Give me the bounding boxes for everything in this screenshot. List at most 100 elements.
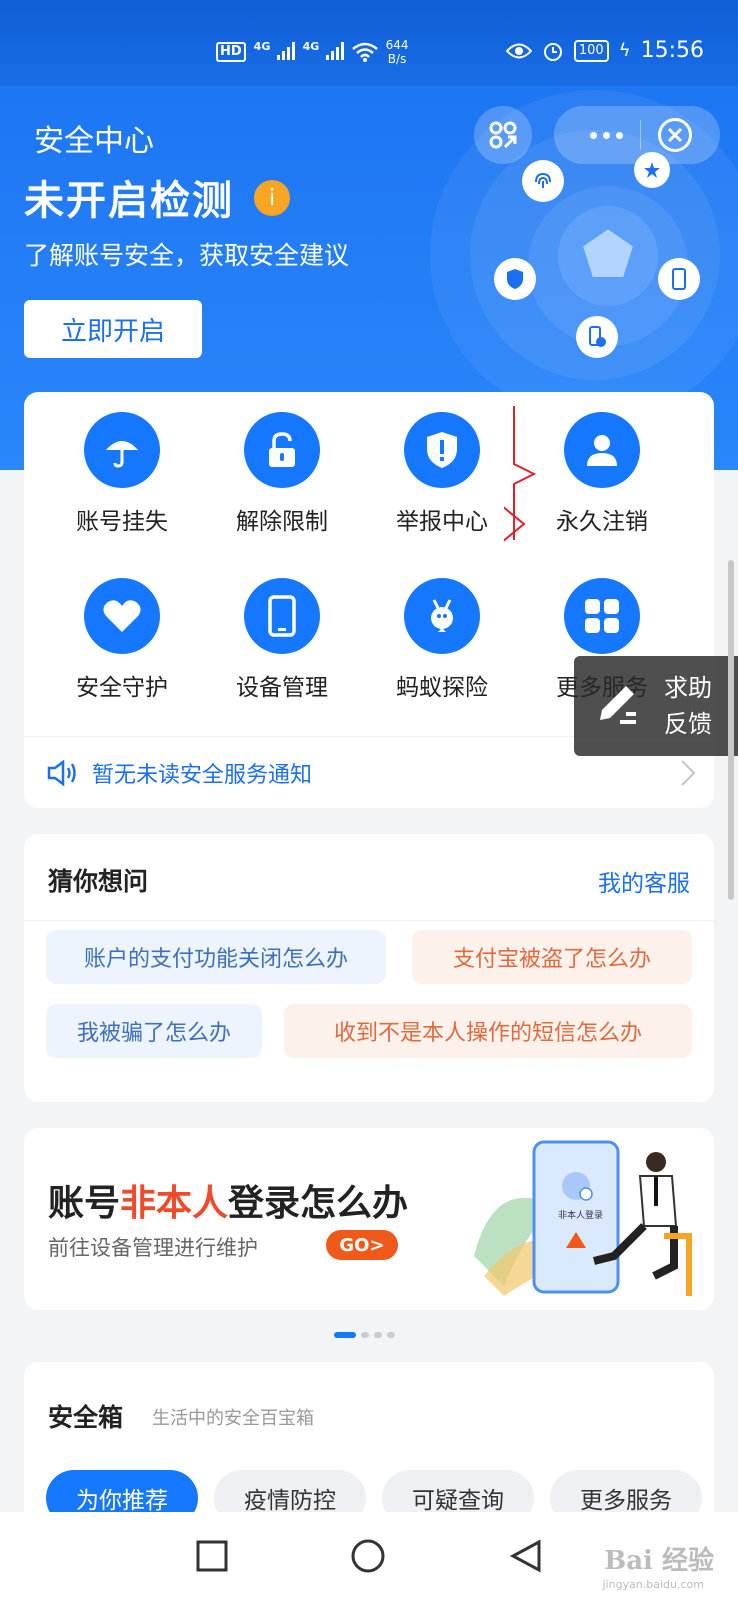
- scrollbar[interactable]: [728, 560, 734, 900]
- service-account-loss[interactable]: 账号挂失: [42, 412, 202, 536]
- faq-chip[interactable]: 账户的支付功能关闭怎么办: [46, 930, 386, 984]
- phone-node: [658, 258, 700, 300]
- shield-icon: [507, 269, 523, 289]
- signal-bars-icon: [325, 40, 344, 60]
- network-speed: 644 B/s: [386, 38, 409, 66]
- annotation-arrow-icon: [504, 406, 537, 544]
- grid-icon: [564, 578, 640, 654]
- shield-node: [494, 258, 536, 300]
- scan-button[interactable]: [474, 106, 532, 164]
- faq-chip[interactable]: 我被骗了怎么办: [46, 1004, 262, 1058]
- service-label: 举报中心: [396, 509, 488, 535]
- baidu-watermark-url: jingyan.baidu.com: [602, 1578, 704, 1591]
- service-report-center[interactable]: 举报中心: [362, 412, 522, 536]
- login-illustration: 非本人登录: [474, 1140, 692, 1296]
- clock: 15:56: [640, 38, 704, 63]
- status-right: 100 ϟ 15:56: [505, 38, 704, 63]
- capsule-divider: [640, 120, 641, 150]
- service-device-management[interactable]: 设备管理: [202, 578, 362, 702]
- phone-icon: [244, 578, 320, 654]
- enable-detection-button[interactable]: 立即开启: [24, 300, 202, 358]
- carousel-indicator: [334, 1332, 395, 1338]
- network-type-1: 4G: [253, 39, 271, 53]
- faq-title: 猜你想问: [48, 867, 149, 896]
- fingerprint-icon: [535, 172, 551, 188]
- faq-card: 猜你想问 我的客服 账户的支付功能关闭怎么办 支付宝被盗了怎么办 我被骗了怎么办…: [24, 834, 714, 1102]
- network-indicators: HD 4G 4G 644 B/s: [216, 38, 409, 66]
- banner-title: 账号非本人登录怎么办: [48, 1174, 408, 1226]
- service-label: 永久注销: [556, 509, 648, 535]
- triangle-back-icon: [509, 1539, 541, 1573]
- service-label: 账号挂失: [76, 509, 168, 535]
- service-ant-adventure[interactable]: 蚂蚁探险: [362, 578, 522, 702]
- home-button[interactable]: [344, 1532, 392, 1580]
- banner-title-highlight: 非本人: [120, 1183, 229, 1224]
- mobile-icon: [672, 268, 686, 290]
- close-icon: [667, 127, 683, 143]
- speaker-icon: [47, 759, 76, 787]
- info-icon[interactable]: i: [254, 180, 290, 216]
- unlock-icon: [244, 412, 320, 488]
- miniapp-capsule: [554, 106, 720, 164]
- speed-value: 644: [385, 38, 409, 52]
- detection-status-title: 未开启检测: [24, 178, 234, 224]
- banner-title-part: 登录怎么办: [228, 1183, 409, 1224]
- help-feedback-label: 求助 反馈: [664, 670, 712, 742]
- wifi-icon: [351, 42, 378, 62]
- service-label: 蚂蚁探险: [396, 675, 488, 701]
- service-security-guard[interactable]: 安全守护: [42, 578, 202, 702]
- header-subtitle: 了解账号安全，获取安全建议: [24, 241, 350, 270]
- help-feedback-button[interactable]: 求助 反馈: [574, 656, 738, 756]
- status-bar: HD 4G 4G 644 B/s 100 ϟ 15:56: [0, 0, 738, 86]
- signal-bars-icon: [276, 40, 295, 60]
- service-label: 设备管理: [236, 675, 328, 701]
- scan-icon: [489, 121, 517, 149]
- safe-box-title: 安全箱: [48, 1403, 124, 1432]
- security-radar: [494, 152, 708, 366]
- device-lock-icon: [589, 326, 606, 347]
- heart-icon: [84, 578, 160, 654]
- circle-icon: [351, 1539, 385, 1573]
- pentagon-icon: [580, 226, 636, 279]
- fingerprint-node: [522, 160, 564, 202]
- back-button[interactable]: [502, 1532, 550, 1580]
- hd-badge: HD: [216, 42, 246, 62]
- divider: [24, 920, 714, 921]
- help-label: 求助: [664, 674, 712, 702]
- my-customer-service-link[interactable]: 我的客服: [598, 864, 690, 898]
- signal-1: 4G: [254, 40, 295, 65]
- promo-banner[interactable]: 账号非本人登录怎么办 前往设备管理进行维护 GO> 非本人登录: [24, 1128, 714, 1310]
- recent-apps-button[interactable]: [188, 1532, 236, 1580]
- battery-level: 100: [573, 39, 609, 62]
- service-unlock-restriction[interactable]: 解除限制: [202, 412, 362, 536]
- eye-icon: [505, 43, 532, 58]
- faq-chip[interactable]: 支付宝被盗了怎么办: [412, 930, 692, 984]
- more-options-button[interactable]: [576, 119, 636, 151]
- alarm-icon: [543, 42, 562, 61]
- page-title: 安全中心: [34, 124, 154, 159]
- svg-text:非本人登录: 非本人登录: [558, 1209, 603, 1221]
- signal-2: 4G: [303, 40, 344, 65]
- safe-box-subtitle: 生活中的安全百宝箱: [152, 1408, 314, 1429]
- service-label: 安全守护: [76, 675, 168, 701]
- charging-icon: ϟ: [618, 40, 631, 61]
- faq-chip[interactable]: 收到不是本人操作的短信怎么办: [284, 1004, 692, 1058]
- service-label: 解除限制: [236, 509, 328, 535]
- carousel-dot: [361, 1332, 369, 1338]
- close-button[interactable]: [658, 118, 692, 152]
- star-icon: [644, 162, 660, 178]
- feedback-label: 反馈: [664, 710, 712, 738]
- banner-title-part: 账号: [48, 1183, 121, 1224]
- baidu-watermark: Bai 经验: [604, 1546, 714, 1576]
- chevron-right-icon: [681, 760, 696, 786]
- service-permanent-cancel[interactable]: 永久注销: [522, 412, 682, 536]
- carousel-dot-active: [334, 1332, 356, 1338]
- notice-text: 暂无未读安全服务通知: [92, 762, 313, 788]
- go-button[interactable]: GO>: [326, 1230, 398, 1260]
- speed-unit: B/s: [387, 52, 407, 66]
- edit-icon: [600, 686, 636, 724]
- carousel-dot: [374, 1332, 382, 1338]
- network-type-2: 4G: [302, 39, 320, 53]
- person-icon: [564, 412, 640, 488]
- square-icon: [196, 1540, 228, 1572]
